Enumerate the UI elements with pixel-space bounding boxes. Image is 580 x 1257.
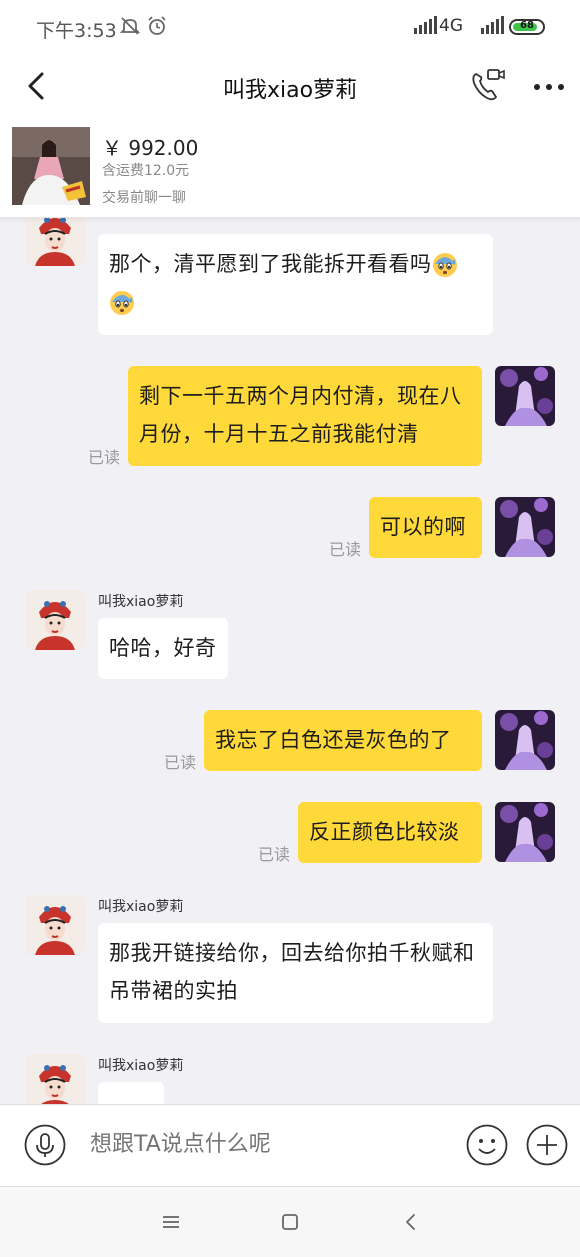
signal-icon (414, 16, 437, 34)
chat-list[interactable]: 那个，清平愿到了我能拆开看看吗 剩下一千五两个月内付清，现在八月份，十月十五之前… (0, 218, 580, 1104)
message-bubble[interactable]: 可以的啊 (369, 497, 482, 558)
status-bar: 下午3:53 4G 68 (0, 0, 580, 58)
product-price: ￥ 992.00 (102, 136, 199, 160)
message-text: 那我开链接给你，回去给你拍千秋赋和吊带裙的实拍 (109, 941, 475, 1003)
message-bubble[interactable]: 反正颜色比较淡 (298, 802, 482, 863)
mute-bell-icon (119, 17, 141, 35)
sender-name: 叫我xiao萝莉 (98, 899, 184, 915)
message-text: 剩下一千五两个月内付清，现在八月份，十月十五之前我能付清 (139, 384, 462, 446)
read-receipt: 已读 (164, 753, 197, 772)
message-bubble[interactable]: 那个，清平愿到了我能拆开看看吗 (98, 234, 493, 335)
read-receipt: 已读 (258, 845, 291, 864)
sender-name: 叫我xiao萝莉 (98, 594, 184, 610)
message-text: 那个，清平愿到了我能拆开看看吗 (109, 252, 432, 276)
product-shipping: 含运费12.0元 (102, 163, 190, 179)
anxious-emoji-icon (432, 253, 457, 277)
message-bubble[interactable]: 剩下一千五两个月内付清，现在八月份，十月十五之前我能付清 (128, 366, 482, 466)
contact-avatar[interactable] (25, 895, 85, 955)
battery-icon: 68 (509, 19, 545, 35)
system-nav-bar (0, 1186, 580, 1257)
signal-icon-2 (481, 16, 504, 34)
sender-name: 叫我xiao萝莉 (98, 1058, 184, 1074)
product-image[interactable] (12, 127, 90, 205)
contact-avatar[interactable] (25, 1054, 85, 1104)
anxious-emoji-icon (110, 291, 134, 315)
alarm-icon (148, 16, 166, 35)
message-bubble[interactable]: 我忘了白色还是灰色的了 (204, 710, 482, 771)
my-avatar[interactable] (495, 710, 555, 770)
message-text: 哈哈，好奇 (109, 636, 217, 660)
message-input-bar (0, 1104, 580, 1186)
chat-header: 叫我xiao萝莉 (0, 58, 580, 114)
read-receipt: 已读 (88, 448, 121, 467)
back-icon[interactable] (400, 1211, 422, 1233)
status-time: 下午3:53 (36, 20, 117, 42)
product-card[interactable]: ￥ 992.00 含运费12.0元 交易前聊一聊 (0, 114, 580, 218)
home-icon[interactable] (279, 1211, 301, 1233)
contact-avatar[interactable] (25, 218, 85, 266)
message-bubble[interactable] (98, 1082, 164, 1104)
message-text: 我忘了白色还是灰色的了 (215, 728, 452, 752)
microphone-icon[interactable] (24, 1124, 66, 1166)
my-avatar[interactable] (495, 802, 555, 862)
plus-icon[interactable] (526, 1124, 568, 1166)
message-bubble[interactable]: 哈哈，好奇 (98, 618, 228, 679)
message-input[interactable] (90, 1132, 450, 1157)
more-icon[interactable] (532, 82, 566, 92)
battery-level: 68 (520, 20, 534, 31)
my-avatar[interactable] (495, 366, 555, 426)
emoji-icon[interactable] (466, 1124, 508, 1166)
message-text: 可以的啊 (380, 515, 466, 539)
network-type: 4G (439, 16, 463, 36)
read-receipt: 已读 (329, 540, 362, 559)
contact-avatar[interactable] (25, 590, 85, 650)
video-call-icon[interactable] (468, 66, 506, 106)
my-avatar[interactable] (495, 497, 555, 557)
product-hint: 交易前聊一聊 (102, 190, 186, 206)
menu-icon[interactable] (160, 1211, 182, 1233)
message-bubble[interactable]: 那我开链接给你，回去给你拍千秋赋和吊带裙的实拍 (98, 923, 493, 1023)
message-text: 反正颜色比较淡 (309, 820, 460, 844)
